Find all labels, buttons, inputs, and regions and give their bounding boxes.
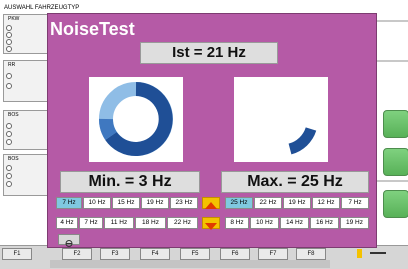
history-cell-right-r1-4[interactable]: 12 Hz [312, 197, 340, 209]
left-arrow-icon[interactable] [370, 252, 386, 254]
green-status-indicator [383, 110, 408, 138]
history-cell-right-r2-4[interactable]: 16 Hz [310, 217, 339, 229]
key-row-shade [50, 260, 330, 268]
history-cell-left-r1-3[interactable]: 15 Hz [112, 197, 140, 209]
ring-gauge-icon [99, 82, 173, 156]
history-cell-right-r2-1[interactable]: 8 Hz [225, 217, 249, 229]
panel-label: RR [8, 62, 16, 68]
history-cell-left-r2-3[interactable]: 11 Hz [104, 217, 134, 229]
green-status-indicator [383, 190, 408, 218]
history-cell-left-r2-5[interactable]: 22 Hz [167, 217, 198, 229]
scroll-up-button[interactable] [202, 197, 220, 209]
history-cell-left-r2-4[interactable]: 18 Hz [135, 217, 166, 229]
radio-option[interactable] [6, 32, 12, 38]
max-frequency-readout: Max. = 25 Hz [221, 171, 369, 193]
history-cell-right-r1-2[interactable]: 22 Hz [254, 197, 282, 209]
function-key[interactable]: F3 [100, 248, 130, 260]
history-cell-left-r1-1[interactable]: 7 Hz [56, 197, 82, 209]
function-key[interactable]: F5 [180, 248, 210, 260]
small-yellow-indicator [357, 249, 362, 258]
panel-label: PKW [8, 16, 20, 22]
arc-gauge-icon [288, 126, 317, 155]
radio-option[interactable] [6, 123, 12, 129]
function-key[interactable]: F6 [220, 248, 250, 260]
panel-label: BOS [8, 112, 19, 118]
history-cell-right-r2-2[interactable]: 10 Hz [250, 217, 279, 229]
function-key[interactable]: F2 [62, 248, 92, 260]
history-cell-left-r1-5[interactable]: 23 Hz [170, 197, 198, 209]
radio-option[interactable] [6, 73, 12, 79]
scroll-down-button[interactable] [202, 217, 220, 230]
radio-option[interactable] [6, 131, 12, 137]
reset-icon [65, 240, 73, 247]
reset-button[interactable] [58, 234, 80, 247]
green-status-indicator [383, 148, 408, 176]
history-cell-left-r1-2[interactable]: 10 Hz [83, 197, 111, 209]
history-cell-left-r1-4[interactable]: 19 Hz [141, 197, 169, 209]
function-key[interactable]: F7 [258, 248, 288, 260]
radio-option[interactable] [6, 46, 12, 52]
up-arrow-icon [205, 202, 217, 209]
left-noise-gauge [89, 77, 183, 162]
radio-option[interactable] [6, 173, 12, 179]
background-separator [375, 20, 408, 22]
background-title: AUSWAHL FAHRZEUGTYP [4, 5, 80, 11]
min-frequency-readout: Min. = 3 Hz [60, 171, 200, 193]
background-separator [375, 180, 408, 182]
function-key[interactable]: F4 [140, 248, 170, 260]
panel-label: BOS [8, 156, 19, 162]
radio-option[interactable] [6, 165, 12, 171]
history-cell-right-r1-1[interactable]: 25 Hz [225, 197, 253, 209]
history-cell-left-r2-2[interactable]: 7 Hz [79, 217, 103, 229]
history-cell-right-r2-5[interactable]: 19 Hz [340, 217, 369, 229]
history-cell-right-r1-5[interactable]: 7 Hz [341, 197, 369, 209]
function-key-bar: F1 F2 F3 F4 F5 F6 F7 F8 [0, 245, 408, 269]
radio-option[interactable] [6, 181, 12, 187]
current-frequency-readout: Ist = 21 Hz [140, 42, 278, 64]
history-cell-right-r2-3[interactable]: 14 Hz [280, 217, 309, 229]
radio-option[interactable] [6, 139, 12, 145]
background-separator [375, 60, 408, 62]
radio-option[interactable] [6, 39, 12, 45]
function-key[interactable]: F1 [2, 248, 32, 260]
function-key[interactable]: F8 [296, 248, 326, 260]
radio-option[interactable] [6, 83, 12, 89]
history-cell-left-r2-1[interactable]: 4 Hz [56, 217, 78, 229]
radio-option[interactable] [6, 25, 12, 31]
dialog-title: NoiseTest [50, 19, 135, 39]
right-noise-gauge [234, 77, 328, 162]
noise-test-dialog: NoiseTest Ist = 21 Hz Min. = 3 Hz Max. =… [47, 13, 377, 248]
down-arrow-icon [205, 223, 217, 230]
history-cell-right-r1-3[interactable]: 19 Hz [283, 197, 311, 209]
